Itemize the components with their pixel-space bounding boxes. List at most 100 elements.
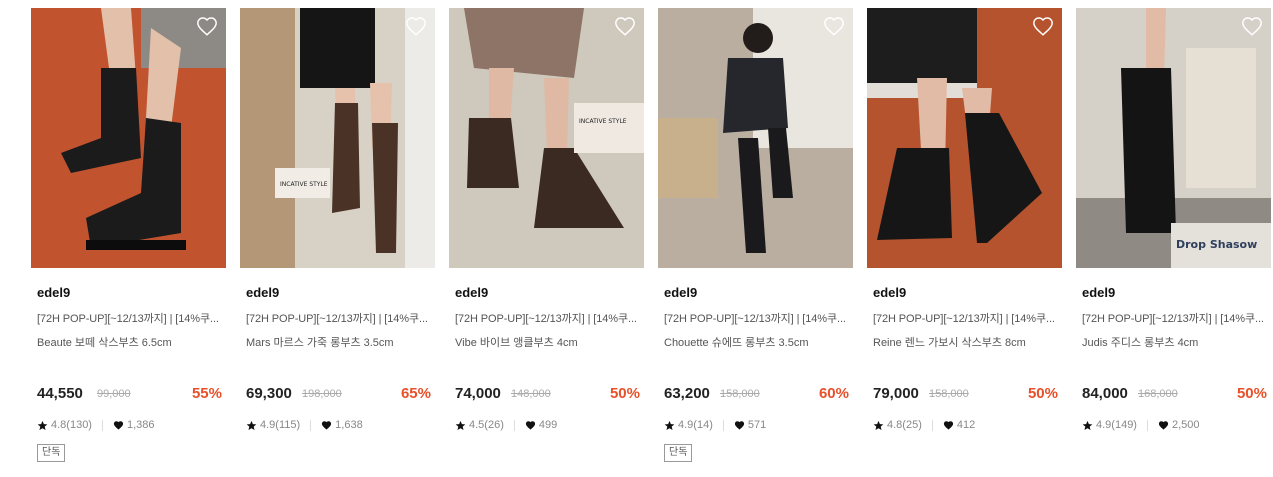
original-price: 168,000 — [1138, 388, 1178, 400]
original-price: 158,000 — [720, 388, 760, 400]
star-icon — [455, 420, 466, 430]
likes-count: 1,638 — [335, 419, 363, 431]
rating-text: 4.5(26) — [469, 419, 504, 431]
original-price: 99,000 — [97, 388, 131, 400]
sale-price: 69,300 — [246, 385, 292, 402]
product-name[interactable]: Reine 렌느 가보시 삭스부츠 8cm — [873, 334, 1058, 350]
star-icon — [1082, 420, 1093, 430]
heart-filled-icon — [1158, 420, 1169, 430]
original-price: 198,000 — [302, 388, 342, 400]
product-card-3[interactable]: INCATIVE STYLE edel9 [72H POP-UP][~12/13… — [449, 8, 644, 473]
product-brand[interactable]: edel9 — [1082, 285, 1115, 300]
product-title[interactable]: [72H POP-UP][~12/13까지] | [14%쿠... — [1082, 310, 1267, 326]
heart-filled-icon — [525, 420, 535, 430]
likes-count: 2,500 — [1171, 419, 1200, 431]
discount-rate: 50% — [1236, 385, 1267, 402]
product-title[interactable]: [72H POP-UP][~12/13까지] | [14%쿠... — [37, 310, 222, 326]
discount-rate: 50% — [609, 385, 640, 402]
rating-text: 4.9(149) — [1096, 419, 1137, 431]
product-card-1[interactable]: edel9 [72H POP-UP][~12/13까지] | [14%쿠... … — [31, 8, 226, 473]
divider — [722, 419, 724, 431]
star-icon — [873, 420, 884, 430]
exclusive-badge: 단독 — [664, 444, 693, 462]
star-icon — [246, 420, 257, 430]
product-image[interactable] — [658, 8, 853, 268]
product-brand[interactable]: edel9 — [873, 285, 906, 300]
heart-outline-icon[interactable] — [405, 16, 427, 38]
product-meta: 4.9(149) 2,500 — [1082, 419, 1200, 431]
heart-outline-icon[interactable] — [196, 16, 218, 38]
likes-count: 571 — [747, 419, 767, 431]
product-name[interactable]: Vibe 바이브 앵클부츠 4cm — [455, 334, 640, 350]
rating-text: 4.9(115) — [260, 419, 301, 431]
star-icon — [664, 420, 675, 430]
divider — [310, 419, 312, 431]
rating-text: 4.9(14) — [678, 419, 713, 431]
product-title[interactable]: [72H POP-UP][~12/13까지] | [14%쿠... — [246, 310, 431, 326]
product-photo: INCATIVE STYLE — [449, 8, 644, 268]
sale-price: 84,000 — [1082, 385, 1128, 402]
product-title[interactable]: [72H POP-UP][~12/13까지] | [14%쿠... — [664, 310, 849, 326]
product-image[interactable]: Drop Shasow — [1076, 8, 1271, 268]
discount-rate: 55% — [191, 385, 222, 402]
heart-filled-icon — [113, 420, 124, 430]
heart-outline-icon[interactable] — [1032, 16, 1054, 38]
product-image[interactable]: INCATIVE STYLE — [449, 8, 644, 268]
likes-count: 412 — [956, 419, 976, 431]
product-meta: 4.9(14) 571 — [664, 419, 766, 431]
product-title[interactable]: [72H POP-UP][~12/13까지] | [14%쿠... — [455, 310, 640, 326]
product-card-4[interactable]: edel9 [72H POP-UP][~12/13까지] | [14%쿠... … — [658, 8, 853, 473]
product-photo: Drop Shasow — [1076, 8, 1271, 268]
product-name[interactable]: Beaute 보떼 삭스부츠 6.5cm — [37, 334, 222, 350]
product-brand[interactable]: edel9 — [246, 285, 279, 300]
heart-outline-icon[interactable] — [823, 16, 845, 38]
product-meta: 4.8(130) 1,386 — [37, 419, 155, 431]
exclusive-badge: 단독 — [37, 444, 66, 462]
product-meta: 4.5(26) 499 — [455, 419, 557, 431]
likes-count: 1,386 — [126, 419, 155, 431]
heart-outline-icon[interactable] — [614, 16, 636, 38]
photo-book-text: INCATIVE STYLE — [280, 181, 328, 188]
rating-text: 4.8(130) — [51, 419, 92, 431]
sale-price: 79,000 — [873, 385, 919, 402]
divider — [513, 419, 515, 431]
product-brand[interactable]: edel9 — [664, 285, 697, 300]
discount-rate: 60% — [818, 385, 849, 402]
product-name[interactable]: Chouette 슈에뜨 롱부츠 3.5cm — [664, 334, 849, 350]
product-photo — [31, 8, 226, 268]
product-card-2[interactable]: INCATIVE STYLE edel9 [72H POP-UP][~12/13… — [240, 8, 435, 473]
divider — [931, 419, 933, 431]
discount-rate: 65% — [400, 385, 431, 402]
product-image[interactable] — [31, 8, 226, 268]
product-brand[interactable]: edel9 — [455, 285, 488, 300]
heart-filled-icon — [734, 420, 744, 430]
likes-count: 499 — [538, 419, 558, 431]
discount-rate: 50% — [1027, 385, 1058, 402]
product-name[interactable]: Judis 주디스 롱부츠 4cm — [1082, 334, 1267, 350]
divider — [101, 419, 103, 431]
original-price: 148,000 — [511, 388, 551, 400]
divider — [1146, 419, 1148, 431]
product-card-5[interactable]: edel9 [72H POP-UP][~12/13까지] | [14%쿠... … — [867, 8, 1062, 473]
photo-book-text: INCATIVE STYLE — [579, 118, 627, 125]
heart-outline-icon[interactable] — [1241, 16, 1263, 38]
product-title[interactable]: [72H POP-UP][~12/13까지] | [14%쿠... — [873, 310, 1058, 326]
sale-price: 63,200 — [664, 385, 710, 402]
product-image[interactable] — [867, 8, 1062, 268]
product-name[interactable]: Mars 마르스 가죽 롱부츠 3.5cm — [246, 334, 431, 350]
sale-price: 74,000 — [455, 385, 501, 402]
product-photo — [867, 8, 1062, 268]
product-image[interactable]: INCATIVE STYLE — [240, 8, 435, 268]
rating-text: 4.8(25) — [887, 419, 922, 431]
product-photo: INCATIVE STYLE — [240, 8, 435, 268]
product-meta: 4.9(115) 1,638 — [246, 419, 363, 431]
original-price: 158,000 — [929, 388, 969, 400]
sale-price: 44,550 — [37, 385, 83, 402]
heart-filled-icon — [322, 420, 332, 430]
product-card-6[interactable]: Drop Shasow edel9 [72H POP-UP][~12/13까지]… — [1076, 8, 1271, 473]
product-meta: 4.8(25) 412 — [873, 419, 975, 431]
product-photo — [658, 8, 853, 268]
heart-filled-icon — [943, 420, 953, 430]
product-brand[interactable]: edel9 — [37, 285, 70, 300]
photo-book-text: Drop Shasow — [1176, 238, 1257, 251]
